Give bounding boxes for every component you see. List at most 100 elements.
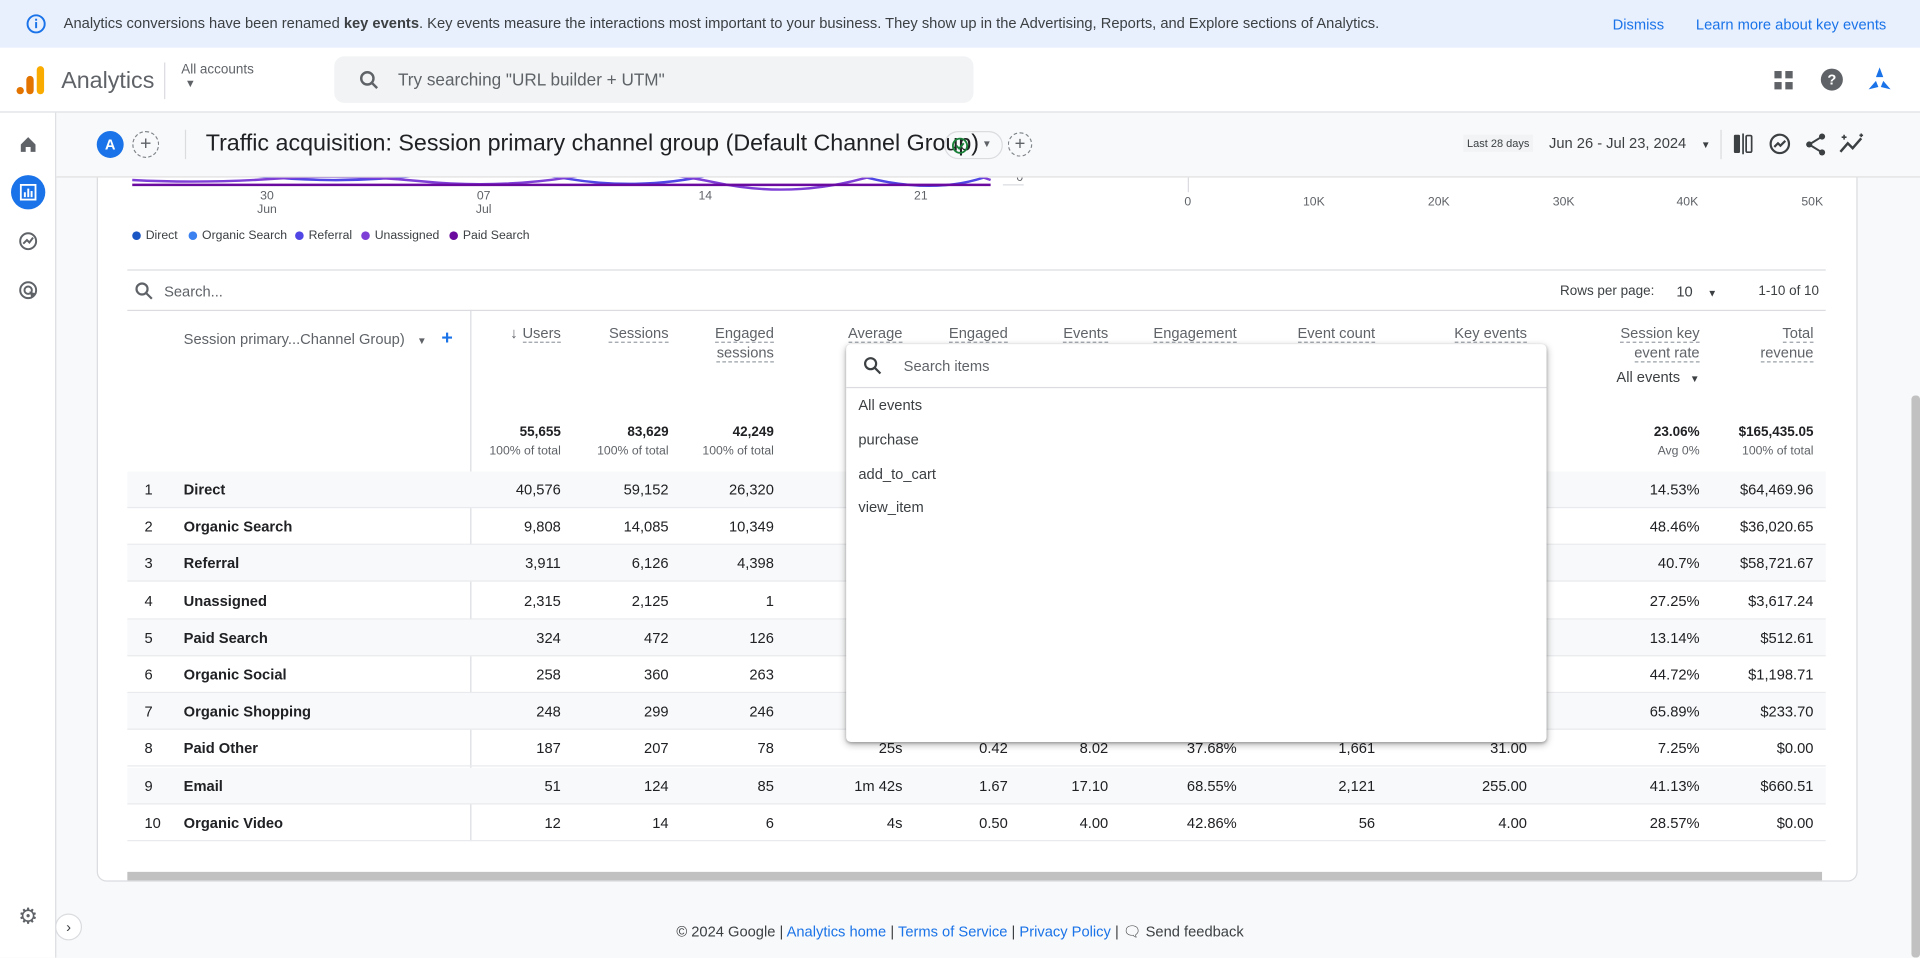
dropdown-item-purchase[interactable]: purchase: [858, 431, 918, 448]
metric-cell: 2,315: [524, 592, 561, 610]
metric-cell: 41.13%: [1649, 777, 1700, 795]
channel-name[interactable]: Organic Shopping: [184, 703, 311, 720]
feedback-icon: 🗨: [1122, 923, 1142, 941]
channel-name[interactable]: Organic Video: [184, 814, 283, 831]
share-icon[interactable]: [1805, 132, 1827, 156]
send-feedback-button[interactable]: 🗨 Send feedback: [1123, 923, 1244, 940]
nav-advertising[interactable]: [11, 273, 45, 307]
channel-name[interactable]: Organic Social: [184, 666, 287, 683]
dropdown-item-view-item[interactable]: view_item: [858, 498, 923, 515]
nav-explore[interactable]: [11, 224, 45, 258]
insights-icon[interactable]: [1768, 132, 1792, 156]
table-search-input[interactable]: Search...: [164, 283, 223, 300]
column-total: 23.06% Avg 0%: [1653, 424, 1700, 458]
column-header[interactable]: ↓ Users: [510, 323, 561, 343]
channel-name[interactable]: Email: [184, 777, 223, 794]
column-header[interactable]: Event count: [1297, 323, 1376, 343]
column-header[interactable]: Total revenue: [1760, 323, 1814, 363]
caret-down-icon: ▼: [184, 77, 196, 90]
channel-name[interactable]: Unassigned: [184, 592, 267, 609]
column-header[interactable]: Engaged: [948, 323, 1008, 343]
analytics-home-link[interactable]: Analytics home: [787, 923, 887, 940]
caret-down-icon: ▼: [1707, 287, 1718, 299]
help-icon[interactable]: ?: [1820, 68, 1843, 91]
metric-cell: $233.70: [1760, 703, 1814, 721]
column-header[interactable]: Engaged sessions: [715, 323, 774, 363]
metric-cell: $0.00: [1776, 740, 1814, 758]
page-scrollbar[interactable]: [1911, 395, 1920, 958]
column-total: 83,629 100% of total: [597, 424, 669, 458]
add-filter-plus-icon[interactable]: +: [1007, 132, 1033, 157]
metric-cell: 12: [544, 814, 561, 832]
legend-item[interactable]: Paid Search: [449, 229, 530, 242]
dropdown-search-input[interactable]: Search items: [904, 358, 990, 375]
metric-cell: 48.46%: [1649, 518, 1700, 536]
bar-x-tick: 30K: [1552, 195, 1575, 210]
row-rank: 2: [144, 518, 153, 536]
legend-item[interactable]: Organic Search: [188, 229, 287, 242]
metric-cell: 13.14%: [1649, 629, 1700, 647]
column-header[interactable]: Events: [1063, 323, 1109, 343]
dimension-header[interactable]: Session primary...Channel Group) ▼ +: [184, 328, 453, 350]
column-total: $165,435.05 100% of total: [1738, 424, 1814, 458]
rows-per-page-select[interactable]: 10 ▼: [1676, 283, 1717, 300]
column-header[interactable]: Session key event rate All events ▼: [1616, 323, 1700, 389]
search-icon: [360, 71, 379, 90]
legend-item[interactable]: Referral: [295, 229, 352, 242]
account-picker[interactable]: All accounts ▼: [181, 62, 254, 89]
dismiss-button[interactable]: Dismiss: [1613, 16, 1664, 33]
metric-cell: 1: [765, 592, 774, 610]
page-title: Traffic acquisition: Session primary cha…: [205, 131, 980, 157]
metric-cell: 14.53%: [1649, 481, 1700, 499]
table-row[interactable]: 10 Organic Video 12 14 6 4s 0.50 4.00 42.86% 56 4.…: [127, 804, 1826, 841]
column-header[interactable]: Engagement: [1153, 323, 1237, 343]
row-rank: 6: [144, 666, 153, 684]
date-range-picker[interactable]: Jun 26 - Jul 23, 2024 ▼: [1549, 135, 1711, 152]
metric-cell: 360: [644, 666, 669, 684]
nav-reports[interactable]: [11, 175, 46, 210]
account-avatar-icon[interactable]: [1865, 65, 1894, 94]
add-dimension-plus-icon[interactable]: +: [441, 328, 452, 349]
table-row[interactable]: 9 Email 51 124 85 1m 42s 1.67 17.10 68.55% 2,121 2…: [127, 767, 1826, 804]
check-circle-icon: [951, 137, 969, 154]
channel-name[interactable]: Direct: [184, 481, 226, 498]
column-header[interactable]: Sessions: [608, 323, 669, 343]
line-x-tick: 07 Jul: [475, 189, 492, 217]
report-status-chip[interactable]: ▼: [944, 131, 1003, 160]
legend-item[interactable]: Unassigned: [361, 229, 439, 242]
channel-name[interactable]: Paid Other: [184, 740, 258, 757]
app-name: Analytics: [61, 68, 155, 95]
metric-cell: 1.67: [979, 777, 1008, 795]
dropdown-item-add-to-cart[interactable]: add_to_cart: [858, 465, 936, 482]
metric-cell: $1,198.71: [1748, 666, 1814, 684]
privacy-link[interactable]: Privacy Policy: [1019, 923, 1110, 940]
horizontal-scrollbar[interactable]: [127, 871, 1823, 881]
top-bar: Analytics All accounts ▼ Try searching "…: [0, 47, 1920, 113]
comparison-avatar[interactable]: A: [96, 131, 124, 158]
customize-report-icon[interactable]: [1733, 133, 1755, 155]
trend-sparkle-icon[interactable]: [1839, 132, 1866, 156]
nav-home[interactable]: [11, 127, 45, 161]
global-search-input[interactable]: Try searching "URL builder + UTM": [334, 56, 974, 103]
channel-name[interactable]: Paid Search: [184, 629, 268, 646]
dropdown-item-all-events[interactable]: All events: [858, 397, 922, 414]
channel-name[interactable]: Referral: [184, 555, 240, 572]
legend-item[interactable]: Direct: [132, 229, 178, 242]
metric-cell: 0.50: [979, 814, 1008, 832]
learn-more-link[interactable]: Learn more about key events: [1696, 16, 1886, 33]
add-comparison-plus-icon[interactable]: +: [132, 131, 160, 158]
channel-name[interactable]: Organic Search: [184, 518, 293, 535]
metric-cell: $512.61: [1760, 629, 1814, 647]
apps-grid-icon[interactable]: [1774, 71, 1794, 91]
key-event-dropdown: Search items All events purchase add_to_…: [846, 344, 1547, 743]
metric-cell: 56: [1358, 814, 1376, 832]
info-icon: [26, 14, 46, 34]
sort-arrow-icon: ↓: [510, 324, 518, 342]
metric-cell: 4,398: [737, 555, 774, 573]
terms-link[interactable]: Terms of Service: [898, 923, 1007, 940]
key-event-select[interactable]: All events ▼: [1616, 367, 1699, 389]
column-header[interactable]: Key events: [1454, 323, 1527, 343]
metric-cell: 187: [536, 740, 561, 758]
footer: © 2024 Google | Analytics home | Terms o…: [676, 923, 1244, 941]
metric-cell: 324: [536, 629, 561, 647]
